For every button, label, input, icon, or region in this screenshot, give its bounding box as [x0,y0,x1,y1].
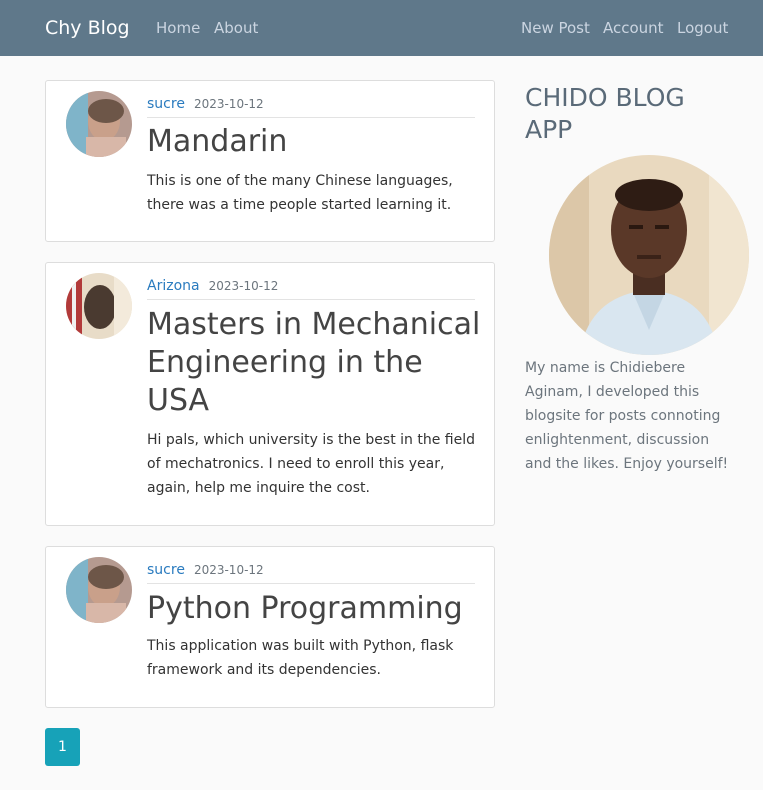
post-title-link[interactable]: Python Programming [147,590,487,628]
author-link[interactable]: sucre [147,562,185,578]
post-meta: Arizona 2023-10-12 [147,275,475,300]
brand-link[interactable]: Chy Blog [45,15,130,41]
post-content: Hi pals, which university is the best in… [147,432,475,496]
post-content: This is one of the many Chinese language… [147,173,453,213]
post-card: sucre 2023-10-12 Python Programming This … [45,546,495,708]
author-link[interactable]: sucre [147,96,185,112]
post-card: Arizona 2023-10-12 Masters in Mechanical … [45,262,495,526]
post-date: 2023-10-12 [193,563,264,577]
nav-new-post-link[interactable]: New Post [521,18,590,38]
post-date: 2023-10-12 [208,279,279,293]
author-avatar [66,557,132,623]
pagination-page-button[interactable]: 1 [45,728,80,766]
post-content: This application was built with Python, … [147,638,454,678]
author-avatar [66,273,132,339]
post-meta: sucre 2023-10-12 [147,93,475,118]
post-date: 2023-10-12 [193,97,264,111]
nav-account-link[interactable]: Account [603,18,664,38]
sidebar-title: CHIDO BLOG APP [525,83,685,144]
nav-logout-link[interactable]: Logout [677,18,728,38]
post-title-link[interactable]: Masters in Mechanical Engineering in the… [147,306,487,420]
post-meta: sucre 2023-10-12 [147,559,475,584]
sidebar-bio: My name is Chidiebere Aginam, I develope… [525,360,729,472]
post-card: sucre 2023-10-12 Mandarin This is one of … [45,80,495,242]
nav-about-link[interactable]: About [214,18,258,38]
post-title-link[interactable]: Mandarin [147,123,487,161]
author-avatar [66,91,132,157]
profile-photo [549,155,749,355]
navbar: Chy Blog Home About New Post Account Log… [0,0,763,56]
nav-home-link[interactable]: Home [156,18,200,38]
author-link[interactable]: Arizona [147,278,200,294]
